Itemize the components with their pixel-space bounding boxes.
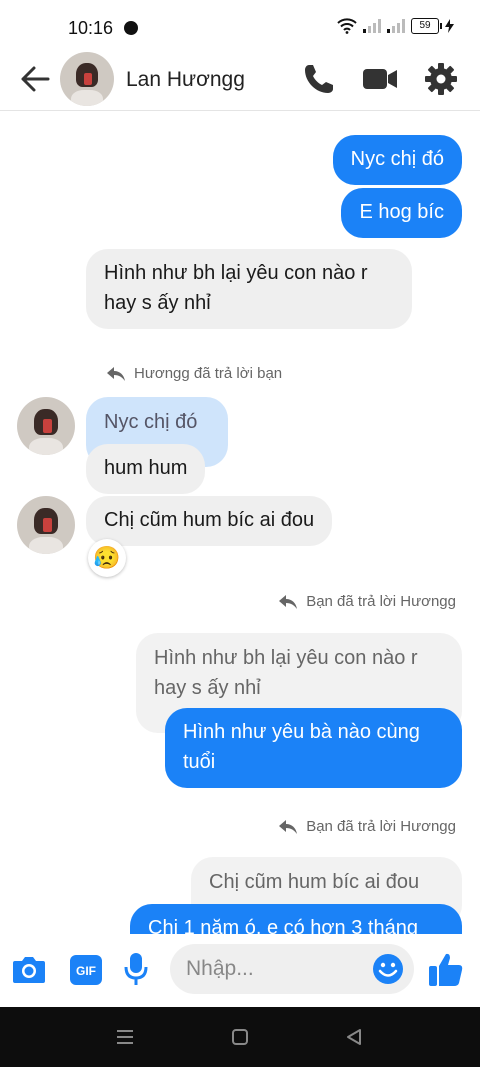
gear-icon[interactable] [424, 62, 458, 96]
gif-icon[interactable]: GIF [70, 955, 102, 985]
charging-icon [445, 19, 454, 33]
reaction-emoji[interactable]: 😥 [88, 539, 126, 577]
home-icon[interactable] [231, 1028, 249, 1046]
system-nav-bar [0, 1007, 480, 1067]
incoming-message[interactable]: Hình như bh lại yêu con nào r hay s ấy n… [86, 249, 412, 329]
message-input-placeholder: Nhập... [186, 957, 254, 980]
reply-note: Bạn đã trả lời Hươngg [278, 818, 456, 835]
signal-icon [363, 19, 381, 33]
outgoing-message[interactable]: Nyc chị đó [332, 135, 462, 185]
reply-icon [279, 594, 298, 609]
emoji-icon[interactable] [372, 953, 404, 985]
status-time: 10:16 [68, 18, 114, 38]
outgoing-message[interactable]: Chị 1 năm ó, e có hơn 3 tháng [130, 904, 462, 934]
outgoing-message[interactable]: Hình như yêu bà nào cùng tuổi [165, 708, 462, 788]
recent-apps-icon[interactable] [116, 1028, 134, 1046]
chat-header: Lan Hươngg [0, 48, 480, 111]
incoming-message[interactable]: hum hum [86, 444, 206, 494]
camera-icon[interactable] [12, 954, 46, 984]
mic-icon[interactable] [124, 952, 148, 986]
sender-avatar[interactable] [17, 397, 75, 455]
reply-note-text: Bạn đã trả lời Hươngg [306, 818, 456, 835]
messenger-notification-icon [124, 21, 138, 35]
reply-icon [107, 366, 125, 381]
header-actions [302, 62, 458, 96]
contact-avatar[interactable] [60, 52, 114, 106]
sender-avatar[interactable] [17, 496, 75, 554]
reply-icon [279, 819, 298, 834]
svg-text:GIF: GIF [76, 964, 96, 978]
incoming-message[interactable]: Chị cũm hum bíc ai đou [86, 496, 333, 546]
status-bar: 10:16 59 [0, 0, 480, 48]
message-input[interactable]: Nhập... [170, 944, 414, 994]
battery-level: 59 [419, 20, 431, 31]
contact-name[interactable]: Lan Hươngg [126, 68, 245, 92]
message-list[interactable]: Nyc chị đó E hog bíc Hình như bh lại yêu… [0, 111, 480, 934]
thumbs-up-icon[interactable] [428, 952, 464, 988]
back-arrow-icon[interactable] [18, 62, 52, 96]
reply-note-text: Bạn đã trả lời Hươngg [306, 593, 456, 610]
composer-bar: GIF Nhập... [0, 934, 480, 1006]
video-icon[interactable] [362, 62, 398, 96]
outgoing-message[interactable]: E hog bíc [341, 188, 462, 238]
back-nav-icon[interactable] [345, 1028, 363, 1046]
signal-icon-2 [387, 19, 405, 33]
wifi-icon [337, 18, 357, 34]
reply-note-text: Hươngg đã trả lời bạn [134, 365, 283, 382]
status-icons: 59 [337, 18, 454, 34]
reply-note: Hươngg đã trả lời bạn [106, 365, 282, 382]
reply-note: Bạn đã trả lời Hươngg [278, 593, 456, 610]
phone-icon[interactable] [302, 62, 336, 96]
battery-icon: 59 [411, 18, 442, 34]
